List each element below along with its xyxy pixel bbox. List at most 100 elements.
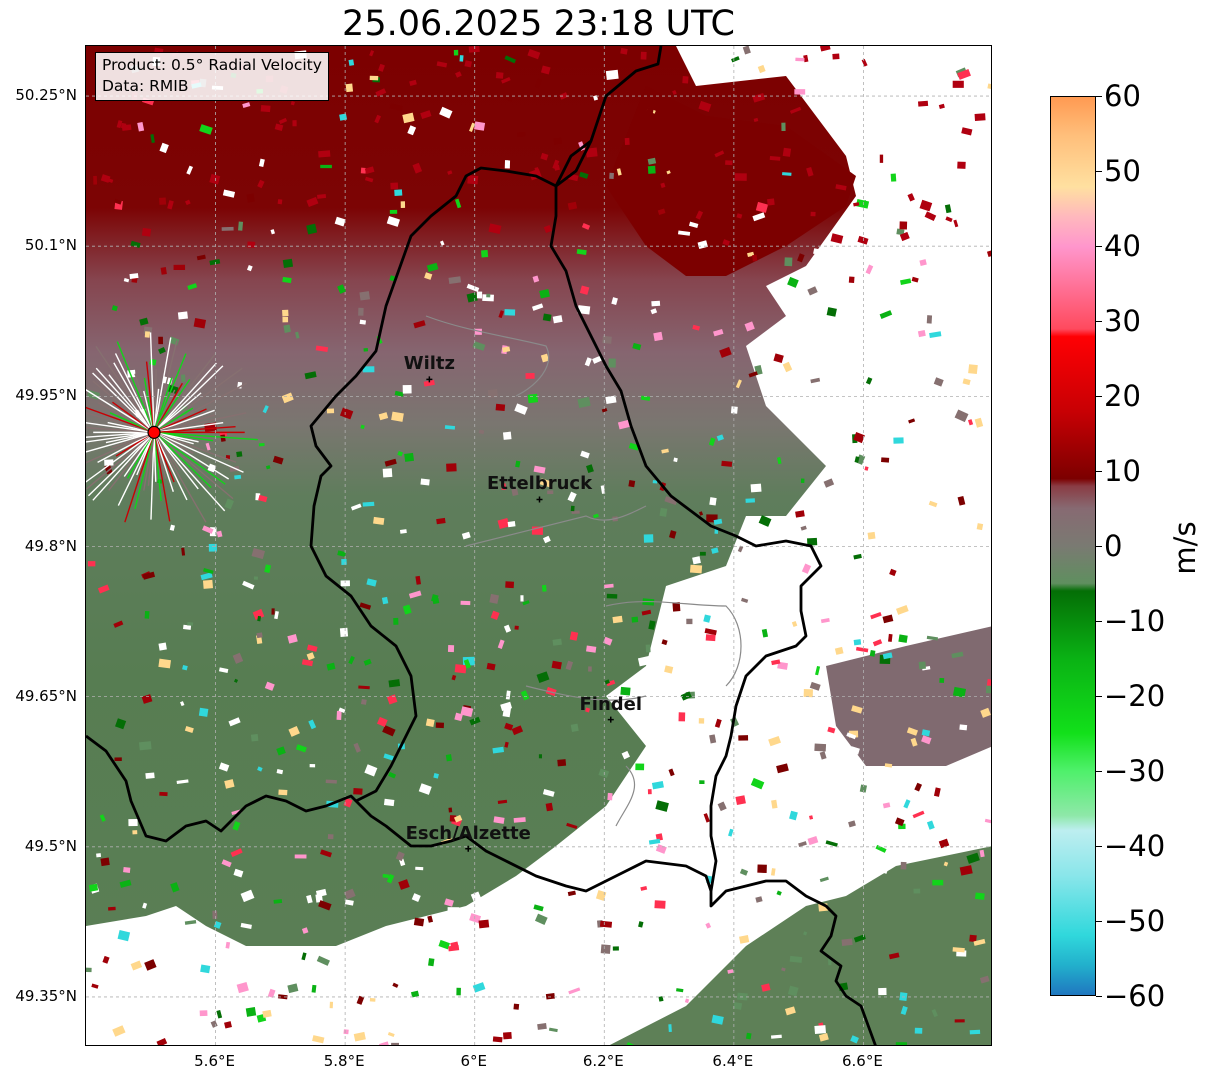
velocity-speckle bbox=[129, 273, 139, 279]
velocity-speckle bbox=[794, 89, 806, 95]
velocity-speckle bbox=[804, 316, 812, 325]
velocity-speckle bbox=[801, 563, 812, 574]
velocity-speckle bbox=[721, 460, 733, 467]
velocity-speckle bbox=[277, 199, 283, 205]
velocity-speckle bbox=[492, 1036, 503, 1043]
velocity-speckle bbox=[969, 1029, 981, 1035]
velocity-speckle bbox=[954, 1019, 965, 1023]
lon-tick-label: 6°E bbox=[460, 1052, 487, 1070]
velocity-speckle bbox=[809, 815, 814, 820]
velocity-speckle bbox=[919, 259, 927, 266]
velocity-speckle bbox=[976, 523, 984, 531]
velocity-speckle bbox=[568, 987, 581, 995]
velocity-speckle bbox=[353, 788, 363, 795]
velocity-speckle bbox=[782, 361, 793, 373]
velocity-speckle bbox=[909, 320, 922, 327]
velocity-speckle bbox=[684, 998, 690, 1004]
velocity-speckle bbox=[173, 264, 186, 271]
velocity-speckle bbox=[864, 466, 869, 471]
velocity-speckle bbox=[668, 1024, 672, 1033]
velocity-speckle bbox=[900, 861, 907, 870]
radar-map[interactable]: Product: 0.5° Radial Velocity Data: RMIB… bbox=[85, 45, 992, 1046]
velocity-speckle bbox=[987, 83, 991, 89]
velocity-speckle bbox=[926, 635, 939, 641]
velocity-speckle bbox=[363, 348, 369, 352]
velocity-speckle bbox=[504, 309, 516, 316]
city-label: Findel bbox=[579, 693, 643, 715]
velocity-speckle bbox=[144, 331, 150, 338]
velocity-speckle bbox=[130, 960, 143, 971]
velocity-speckle bbox=[447, 907, 460, 913]
velocity-speckle bbox=[599, 920, 613, 928]
velocity-speckle bbox=[855, 646, 869, 653]
velocity-speckle bbox=[640, 885, 648, 891]
colorbar-tick-label: 0 bbox=[1104, 529, 1123, 563]
lon-tick-label: 6.2°E bbox=[582, 1052, 624, 1070]
velocity-speckle bbox=[668, 768, 675, 777]
velocity-speckle bbox=[716, 585, 721, 591]
velocity-speckle bbox=[782, 147, 792, 157]
velocity-speckle bbox=[806, 383, 814, 392]
velocity-speckle bbox=[686, 618, 693, 625]
velocity-speckle bbox=[896, 605, 909, 615]
velocity-speckle bbox=[813, 248, 825, 256]
velocity-speckle bbox=[825, 840, 838, 847]
velocity-speckle bbox=[709, 734, 717, 744]
velocity-speckle bbox=[164, 921, 177, 933]
lat-tick-label: 49.95°N bbox=[15, 386, 77, 405]
velocity-speckle bbox=[537, 1023, 547, 1030]
velocity-speckle bbox=[791, 620, 798, 627]
velocity-speckle bbox=[468, 46, 480, 53]
velocity-speckle bbox=[525, 372, 535, 379]
velocity-speckle bbox=[236, 451, 243, 458]
velocity-speckle bbox=[795, 57, 805, 62]
velocity-speckle bbox=[643, 534, 654, 543]
velocity-speckle bbox=[834, 646, 844, 655]
velocity-speckle bbox=[835, 870, 849, 880]
velocity-speckle bbox=[944, 204, 952, 214]
velocity-colorbar bbox=[1050, 96, 1096, 996]
velocity-speckle bbox=[725, 160, 733, 166]
velocity-speckle bbox=[755, 896, 763, 903]
velocity-speckle bbox=[224, 1021, 232, 1029]
lat-tick-label: 49.5°N bbox=[24, 836, 77, 855]
velocity-speckle bbox=[502, 431, 512, 440]
velocity-speckle bbox=[917, 330, 926, 338]
velocity-speckle bbox=[137, 972, 148, 981]
lat-tick-label: 49.35°N bbox=[15, 986, 77, 1005]
velocity-speckle bbox=[262, 983, 269, 989]
velocity-speckle bbox=[961, 127, 973, 136]
velocity-speckle bbox=[739, 935, 750, 944]
velocity-speckle bbox=[882, 802, 891, 809]
velocity-speckle bbox=[216, 1009, 223, 1019]
velocity-speckle bbox=[247, 241, 256, 248]
colorbar-tick-label: −20 bbox=[1104, 679, 1166, 713]
velocity-speckle bbox=[932, 879, 944, 886]
velocity-speckle bbox=[177, 311, 188, 320]
velocity-speckle bbox=[781, 122, 786, 132]
velocity-speckle bbox=[311, 984, 317, 993]
velocity-speckle bbox=[857, 235, 869, 245]
velocity-speckle bbox=[447, 644, 455, 653]
velocity-speckle bbox=[502, 1031, 512, 1040]
velocity-speckle bbox=[221, 226, 234, 231]
velocity-speckle bbox=[452, 933, 462, 941]
velocity-speckle bbox=[865, 264, 874, 275]
velocity-speckle bbox=[844, 561, 851, 568]
velocity-speckle bbox=[788, 406, 797, 413]
velocity-speckle bbox=[198, 707, 209, 717]
velocity-speckle bbox=[870, 611, 882, 620]
velocity-speckle bbox=[814, 1025, 826, 1034]
velocity-speckle bbox=[776, 890, 782, 896]
velocity-speckle bbox=[705, 634, 716, 642]
velocity-speckle bbox=[807, 836, 819, 846]
lon-tick-label: 6.4°E bbox=[712, 1052, 754, 1070]
velocity-speckle bbox=[159, 791, 168, 797]
velocity-speckle bbox=[548, 1027, 558, 1033]
velocity-speckle bbox=[780, 413, 790, 419]
velocity-speckle bbox=[890, 622, 899, 629]
colorbar-tick-label: −40 bbox=[1104, 829, 1166, 863]
velocity-speckle bbox=[456, 987, 461, 996]
velocity-speckle bbox=[256, 632, 263, 639]
velocity-speckle bbox=[533, 904, 544, 912]
